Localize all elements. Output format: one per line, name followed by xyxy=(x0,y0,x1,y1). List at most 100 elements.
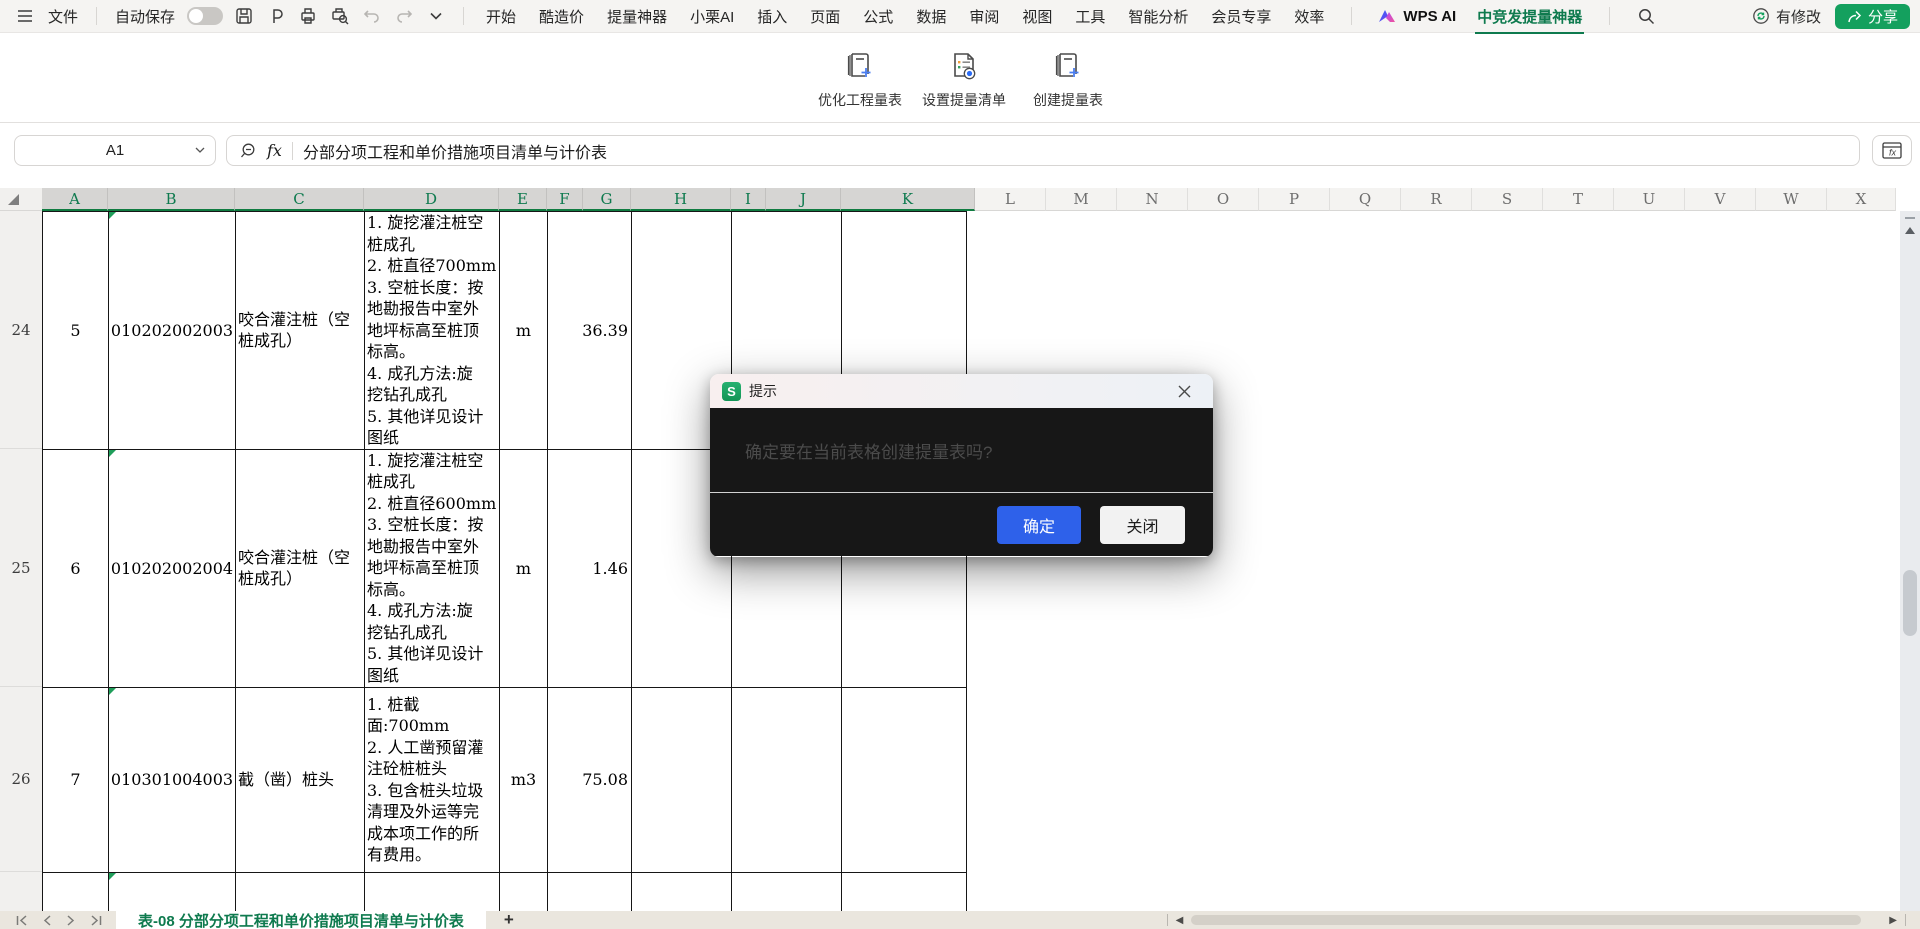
column-header-B[interactable]: B xyxy=(108,188,235,211)
cell-h26[interactable] xyxy=(631,686,732,873)
horizontal-scroll-thumb[interactable] xyxy=(1191,915,1862,925)
cell-b24[interactable]: 010202002003 xyxy=(108,211,236,450)
cell-d27[interactable]: 1. 桩截面:600mm 2. 人工凿预留灌 xyxy=(364,871,500,911)
column-header-H[interactable]: H xyxy=(631,188,731,211)
tab-addin-active[interactable]: 中竞发提量神器 xyxy=(1475,6,1585,34)
row-header-25[interactable]: 25 xyxy=(0,559,42,577)
hamburger-menu-icon[interactable] xyxy=(14,5,36,27)
create-quantity-table-button[interactable]: 创建提量表 xyxy=(1020,44,1116,110)
scroll-left-icon[interactable]: ◀ xyxy=(1168,915,1192,926)
tab-insert[interactable]: 插入 xyxy=(755,6,789,27)
print-icon[interactable] xyxy=(297,5,319,27)
tab-kuzaojia[interactable]: 酷造价 xyxy=(537,6,586,27)
column-header-L[interactable]: L xyxy=(975,188,1046,211)
column-header-P[interactable]: P xyxy=(1259,188,1330,211)
tab-wps-ai[interactable]: WPS AI xyxy=(1377,8,1456,25)
column-header-J[interactable]: J xyxy=(766,188,841,211)
cell-b27[interactable] xyxy=(108,871,236,911)
column-header-O[interactable]: O xyxy=(1188,188,1259,211)
cell-e26[interactable]: m3 xyxy=(499,686,548,873)
formula-input[interactable]: fx 分部分项工程和单价措施项目清单与计价表 xyxy=(226,135,1860,166)
cell-f25[interactable]: 1.46 xyxy=(547,448,632,688)
cell-d26[interactable]: 1. 桩截面:700mm 2. 人工凿预留灌 注砼桩桩头 3. 包含桩头垃圾 清… xyxy=(364,686,500,873)
cell-e27[interactable] xyxy=(499,871,548,911)
active-sheet-tab[interactable]: 表-08 分部分项工程和单价措施项目清单与计价表 xyxy=(116,911,486,929)
column-header-I[interactable]: I xyxy=(731,188,766,211)
tab-tiliang[interactable]: 提量神器 xyxy=(605,6,669,27)
split-handle[interactable] xyxy=(1905,217,1915,219)
tab-data[interactable]: 数据 xyxy=(914,6,948,27)
tab-view[interactable]: 视图 xyxy=(1020,6,1054,27)
tab-smart-analysis[interactable]: 智能分析 xyxy=(1126,6,1190,27)
cell-a27[interactable] xyxy=(42,871,109,911)
column-header-X[interactable]: X xyxy=(1827,188,1896,211)
cell-k27[interactable] xyxy=(841,871,967,911)
column-header-T[interactable]: T xyxy=(1543,188,1614,211)
optimize-quantity-table-button[interactable]: 优化工程量表 xyxy=(812,44,908,110)
name-box[interactable]: A1 xyxy=(14,135,216,166)
cell-c24[interactable]: 咬合灌注桩（空 桩成孔） xyxy=(235,211,365,450)
column-header-V[interactable]: V xyxy=(1685,188,1756,211)
vertical-scrollbar[interactable] xyxy=(1900,211,1920,911)
column-header-D[interactable]: D xyxy=(364,188,499,211)
column-header-M[interactable]: M xyxy=(1046,188,1117,211)
setup-quantity-list-button[interactable]: 设置提量清单 xyxy=(916,44,1012,110)
cell-a26[interactable]: 7 xyxy=(42,686,109,873)
cell-c26[interactable]: 截（凿）桩头 xyxy=(235,686,365,873)
tab-xiaoli-ai[interactable]: 小栗AI xyxy=(688,6,736,27)
tab-page[interactable]: 页面 xyxy=(808,6,842,27)
cell-f26[interactable]: 75.08 xyxy=(547,686,632,873)
scroll-right-icon[interactable]: ▶ xyxy=(1881,915,1905,926)
column-header-G[interactable]: G xyxy=(583,188,631,211)
zoom-formula-icon[interactable] xyxy=(239,142,257,160)
cell-e25[interactable]: m xyxy=(499,448,548,688)
undo-icon[interactable] xyxy=(361,5,383,27)
column-header-Q[interactable]: Q xyxy=(1330,188,1401,211)
tab-formula[interactable]: 公式 xyxy=(861,6,895,27)
formula-pane-icon[interactable]: fx xyxy=(1872,135,1912,166)
column-header-U[interactable]: U xyxy=(1614,188,1685,211)
add-sheet-button[interactable]: + xyxy=(504,910,514,929)
next-sheet-icon[interactable] xyxy=(66,914,75,926)
prev-sheet-icon[interactable] xyxy=(43,914,52,926)
horizontal-scroll-track[interactable] xyxy=(1191,911,1881,929)
cell-i26[interactable] xyxy=(731,686,842,873)
row-header-24[interactable]: 24 xyxy=(0,321,42,339)
cell-i27[interactable] xyxy=(731,871,842,911)
column-header-R[interactable]: R xyxy=(1401,188,1472,211)
tab-member[interactable]: 会员专享 xyxy=(1209,6,1273,27)
cell-f24[interactable]: 36.39 xyxy=(547,211,632,450)
cell-a25[interactable]: 6 xyxy=(42,448,109,688)
last-sheet-icon[interactable] xyxy=(89,914,102,926)
save-icon[interactable] xyxy=(233,5,255,27)
close-button[interactable]: 关闭 xyxy=(1100,505,1185,544)
cell-f27[interactable] xyxy=(547,871,632,911)
cell-c25[interactable]: 咬合灌注桩（空 桩成孔） xyxy=(235,448,365,688)
chevron-down-icon[interactable] xyxy=(195,147,205,154)
redo-icon[interactable] xyxy=(393,5,415,27)
quickbar-more-icon[interactable] xyxy=(425,5,447,27)
cell-d24[interactable]: 1. 旋挖灌注桩空 桩成孔 2. 桩直径700mm 3. 空桩长度：按 地勘报告… xyxy=(364,211,500,450)
cell-c27[interactable] xyxy=(235,871,365,911)
search-icon[interactable] xyxy=(1635,5,1657,27)
menu-file[interactable]: 文件 xyxy=(46,6,80,27)
tab-tools[interactable]: 工具 xyxy=(1073,6,1107,27)
select-all-corner[interactable] xyxy=(0,188,42,211)
cell-a24[interactable]: 5 xyxy=(42,211,109,450)
tab-review[interactable]: 审阅 xyxy=(967,6,1001,27)
column-header-K[interactable]: K xyxy=(841,188,975,211)
print-preview-icon[interactable] xyxy=(329,5,351,27)
ok-button[interactable]: 确定 xyxy=(997,505,1081,544)
row-header-26[interactable]: 26 xyxy=(0,770,42,788)
spreadsheet-grid[interactable]: 24 25 26 5 010202002003 咬合灌注桩（空 桩成孔） 1. … xyxy=(0,211,1900,911)
share-button[interactable]: 分享 xyxy=(1834,3,1910,29)
autosave-toggle[interactable] xyxy=(187,7,224,25)
cell-d25[interactable]: 1. 旋挖灌注桩空 桩成孔 2. 桩直径600mm 3. 空桩长度：按 地勘报告… xyxy=(364,448,500,688)
tab-home[interactable]: 开始 xyxy=(484,6,518,27)
column-header-A[interactable]: A xyxy=(42,188,108,211)
cell-b25[interactable]: 010202002004 xyxy=(108,448,236,688)
column-header-F[interactable]: F xyxy=(547,188,583,211)
cell-h27[interactable] xyxy=(631,871,732,911)
fx-icon[interactable]: fx xyxy=(267,141,282,160)
horizontal-scrollbar[interactable]: ◀ ▶ xyxy=(1166,911,1920,929)
